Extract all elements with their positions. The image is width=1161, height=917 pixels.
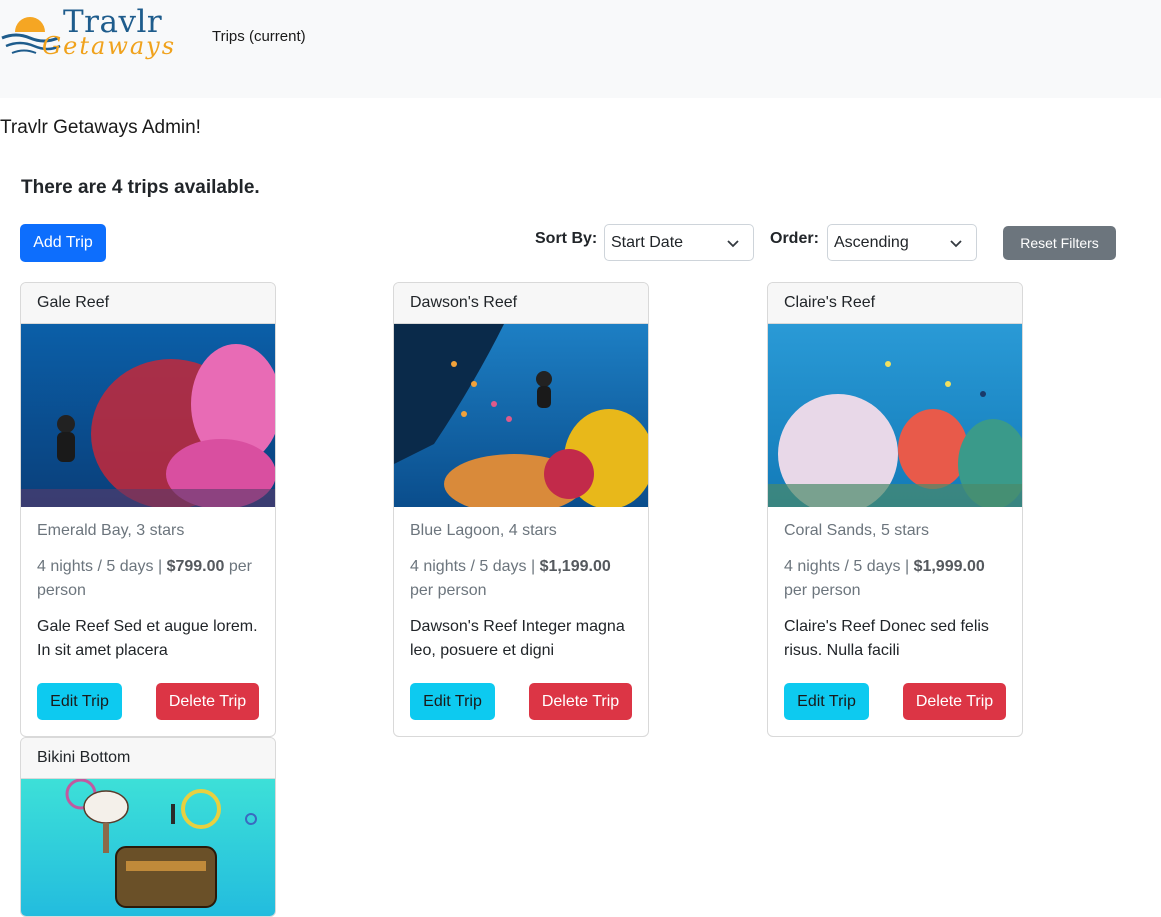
trip-duration-price: 4 nights / 5 days | $1,999.00 per person: [784, 558, 985, 599]
order-label: Order:: [770, 230, 819, 247]
trip-card: Gale Reef Emerald Bay, 3 stars 4 nights …: [20, 282, 276, 737]
order-select[interactable]: Ascending: [827, 224, 977, 261]
trip-description: Dawson's Reef Integer magna leo, posuere…: [410, 618, 625, 659]
order-value: Ascending: [834, 233, 909, 251]
trip-image: [21, 324, 275, 507]
trip-image: [394, 324, 648, 507]
delete-trip-button[interactable]: Delete Trip: [529, 683, 632, 720]
trip-price: $1,199.00: [539, 558, 611, 575]
reset-filters-button[interactable]: Reset Filters: [1003, 226, 1116, 260]
trip-image: [21, 779, 275, 916]
sort-by-value: Start Date: [611, 233, 684, 251]
trip-card: Dawson's Reef Blue Lagoon, 4 stars 4 nig…: [393, 282, 649, 737]
trip-resort: Blue Lagoon, 4 stars: [410, 522, 557, 539]
trip-card: Bikini Bottom: [20, 737, 276, 917]
trip-resort: Coral Sands, 5 stars: [784, 522, 929, 539]
brand-logo[interactable]: Travlr Getaways: [0, 2, 182, 66]
trip-card-title: Gale Reef: [21, 283, 275, 324]
trip-resort: Emerald Bay, 3 stars: [37, 522, 185, 539]
trip-card-title: Claire's Reef: [768, 283, 1022, 324]
trip-description: Gale Reef Sed et augue lorem. In sit ame…: [37, 618, 258, 659]
welcome-heading: Travlr Getaways Admin!: [0, 117, 201, 138]
chevron-down-icon: [727, 240, 739, 248]
trip-image: [768, 324, 1022, 507]
trip-duration-price: 4 nights / 5 days | $1,199.00 per person: [410, 558, 611, 599]
sort-by-label: Sort By:: [535, 230, 598, 247]
logo-text-getaways: Getaways: [42, 32, 177, 60]
edit-trip-button[interactable]: Edit Trip: [784, 683, 869, 720]
trip-price: $799.00: [166, 558, 225, 575]
add-trip-button[interactable]: Add Trip: [20, 224, 106, 262]
delete-trip-button[interactable]: Delete Trip: [156, 683, 259, 720]
trip-card-title: Bikini Bottom: [21, 738, 275, 779]
navbar: Travlr Getaways Trips (current): [0, 0, 1161, 98]
trip-price: $1,999.00: [913, 558, 985, 575]
chevron-down-icon: [950, 240, 962, 248]
trip-duration-price: 4 nights / 5 days | $799.00 per person: [37, 558, 252, 599]
edit-trip-button[interactable]: Edit Trip: [410, 683, 495, 720]
trip-card-title: Dawson's Reef: [394, 283, 648, 324]
trip-count-heading: There are 4 trips available.: [21, 177, 260, 198]
delete-trip-button[interactable]: Delete Trip: [903, 683, 1006, 720]
nav-link-trips[interactable]: Trips (current): [212, 28, 306, 45]
trip-description: Claire's Reef Donec sed felis risus. Nul…: [784, 618, 989, 659]
edit-trip-button[interactable]: Edit Trip: [37, 683, 122, 720]
sort-by-select[interactable]: Start Date: [604, 224, 754, 261]
trip-card: Claire's Reef Coral Sands, 5 stars 4 nig…: [767, 282, 1023, 737]
